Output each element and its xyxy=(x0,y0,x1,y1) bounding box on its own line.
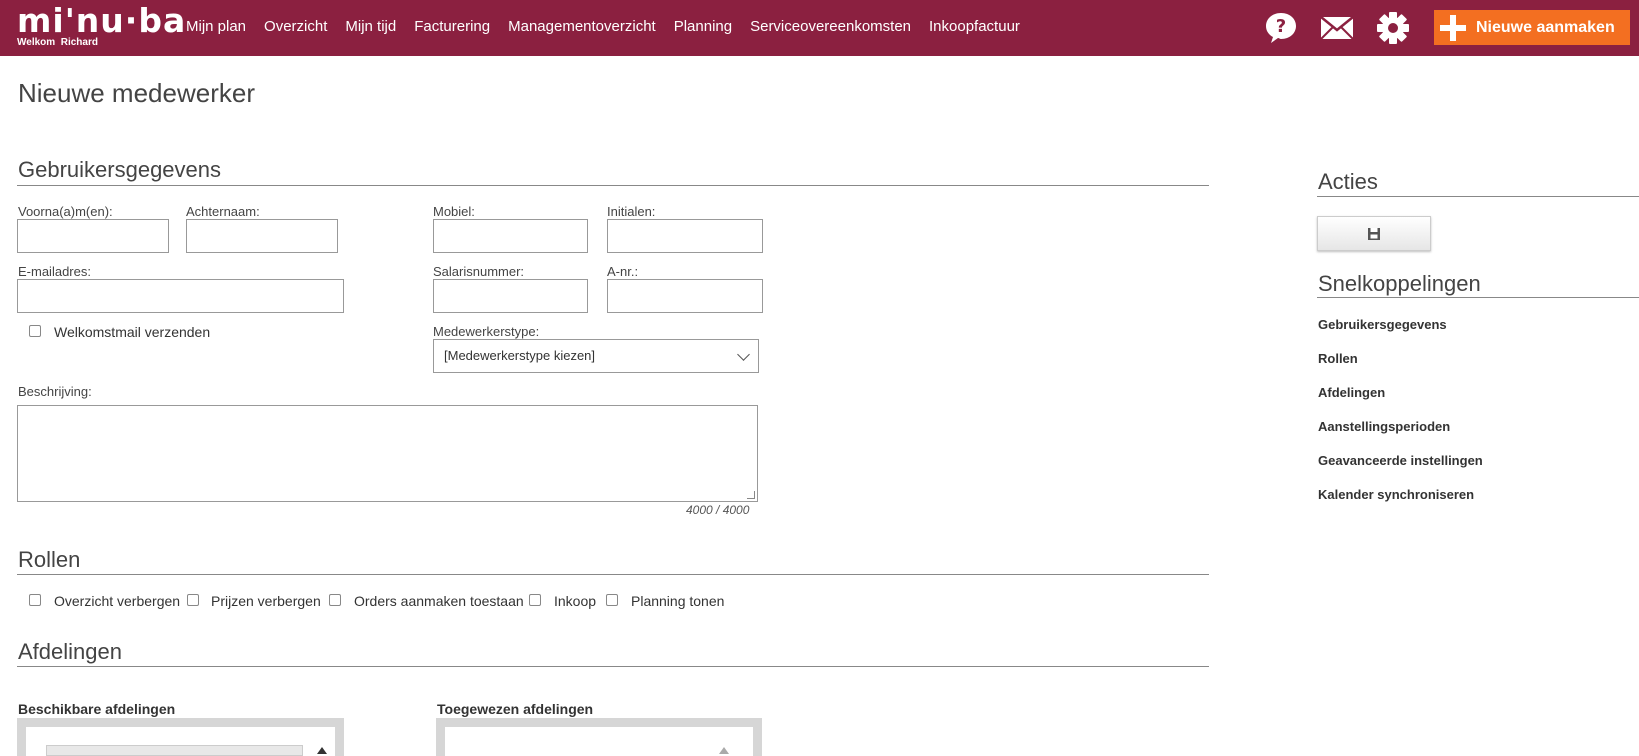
quick-link-gebruikersgegevens[interactable]: Gebruikersgegevens xyxy=(1318,317,1447,332)
available-department-item[interactable] xyxy=(46,745,303,756)
role-checkbox-orders-aanmaken[interactable] xyxy=(329,594,341,606)
anr-input[interactable] xyxy=(607,279,763,313)
nav-serviceovereenkomsten[interactable]: Serviceovereenkomsten xyxy=(750,18,911,35)
first-name-label: Voorna(a)m(en): xyxy=(18,204,113,219)
mail-icon[interactable] xyxy=(1318,10,1356,46)
new-create-button[interactable]: Nieuwe aanmaken xyxy=(1434,10,1630,45)
salary-number-label: Salarisnummer: xyxy=(433,264,525,279)
role-label-inkoop: Inkoop xyxy=(554,593,597,609)
section-divider xyxy=(1317,297,1639,298)
salary-number-input[interactable] xyxy=(433,279,588,313)
section-divider xyxy=(17,185,1209,186)
last-name-input[interactable] xyxy=(186,219,338,253)
available-departments-list xyxy=(17,718,344,756)
mobile-label: Mobiel: xyxy=(433,204,475,219)
welcome-mail-checkbox[interactable] xyxy=(29,325,41,337)
nav-facturering[interactable]: Facturering xyxy=(414,18,490,35)
character-counter: 4000 / 4000 xyxy=(686,503,750,517)
actions-title: Acties xyxy=(1318,169,1378,194)
quick-link-kalender-synchroniseren[interactable]: Kalender synchroniseren xyxy=(1318,487,1474,502)
nav-overzicht[interactable]: Overzicht xyxy=(264,18,327,35)
nav-planning[interactable]: Planning xyxy=(674,18,732,35)
employee-type-label: Medewerkerstype: xyxy=(433,324,540,339)
quick-link-afdelingen[interactable]: Afdelingen xyxy=(1318,385,1385,400)
assigned-departments-list xyxy=(436,718,762,756)
email-label: E-mailadres: xyxy=(18,264,91,279)
anr-label: A-nr.: xyxy=(607,264,639,279)
svg-text:?: ? xyxy=(1276,16,1286,37)
save-button[interactable] xyxy=(1317,216,1431,251)
chevron-down-icon xyxy=(737,348,750,361)
description-textarea[interactable] xyxy=(17,405,758,502)
role-label-planning-tonen: Planning tonen xyxy=(631,593,725,609)
save-icon xyxy=(1368,227,1380,240)
logo[interactable]: mi'nu·ba Welkom Richard xyxy=(17,1,187,49)
scroll-up-icon[interactable] xyxy=(317,747,327,754)
top-bar: mi'nu·ba Welkom Richard Mijn plan Overzi… xyxy=(0,0,1639,56)
role-checkbox-planning-tonen[interactable] xyxy=(606,594,618,606)
initials-input[interactable] xyxy=(607,219,763,253)
section-title-user-data: Gebruikersgegevens xyxy=(18,157,222,182)
logo-text: mi'nu·ba xyxy=(17,1,187,40)
quick-link-rollen[interactable]: Rollen xyxy=(1318,351,1358,366)
gear-icon[interactable] xyxy=(1374,10,1412,46)
mobile-input[interactable] xyxy=(433,219,588,253)
resize-handle-icon[interactable] xyxy=(747,491,755,499)
role-label-prijzen-verbergen: Prijzen verbergen xyxy=(211,593,321,609)
role-label-orders-aanmaken: Orders aanmaken toestaan xyxy=(354,593,524,609)
employee-type-select[interactable]: [Medewerkerstype kiezen] xyxy=(433,339,759,373)
nav-mijn-plan[interactable]: Mijn plan xyxy=(186,18,246,35)
plus-icon xyxy=(1440,14,1466,41)
last-name-label: Achternaam: xyxy=(186,204,260,219)
employee-type-value: [Medewerkerstype kiezen] xyxy=(444,348,596,363)
nav-inkoopfactuur[interactable]: Inkoopfactuur xyxy=(929,18,1020,35)
scroll-up-icon[interactable] xyxy=(719,747,729,754)
available-departments-heading: Beschikbare afdelingen xyxy=(18,701,176,717)
section-divider xyxy=(17,666,1209,667)
role-checkbox-inkoop[interactable] xyxy=(529,594,541,606)
nav-managementoverzicht[interactable]: Managementoverzicht xyxy=(508,18,656,35)
email-input[interactable] xyxy=(17,279,344,313)
role-checkbox-overzicht-verbergen[interactable] xyxy=(29,594,41,606)
description-label: Beschrijving: xyxy=(18,384,92,399)
main-nav: Mijn plan Overzicht Mijn tijd Facturerin… xyxy=(186,18,1038,35)
welcome-mail-label: Welkomstmail verzenden xyxy=(54,324,211,340)
help-icon[interactable]: ? xyxy=(1262,10,1300,46)
quick-links-title: Snelkoppelingen xyxy=(1318,271,1481,296)
section-title-departments: Afdelingen xyxy=(18,639,122,664)
section-title-roles: Rollen xyxy=(18,547,81,572)
role-checkbox-prijzen-verbergen[interactable] xyxy=(187,594,199,606)
initials-label: Initialen: xyxy=(607,204,656,219)
first-name-input[interactable] xyxy=(17,219,169,253)
section-divider xyxy=(1317,196,1639,197)
new-create-label: Nieuwe aanmaken xyxy=(1476,18,1615,36)
role-label-overzicht-verbergen: Overzicht verbergen xyxy=(54,593,181,609)
quick-link-geavanceerde-instellingen[interactable]: Geavanceerde instellingen xyxy=(1318,453,1483,468)
section-divider xyxy=(17,574,1209,575)
assigned-departments-heading: Toegewezen afdelingen xyxy=(437,701,594,717)
nav-mijn-tijd[interactable]: Mijn tijd xyxy=(345,18,396,35)
page-title: Nieuwe medewerker xyxy=(18,78,255,108)
quick-link-aanstellingsperioden[interactable]: Aanstellingsperioden xyxy=(1318,419,1450,434)
